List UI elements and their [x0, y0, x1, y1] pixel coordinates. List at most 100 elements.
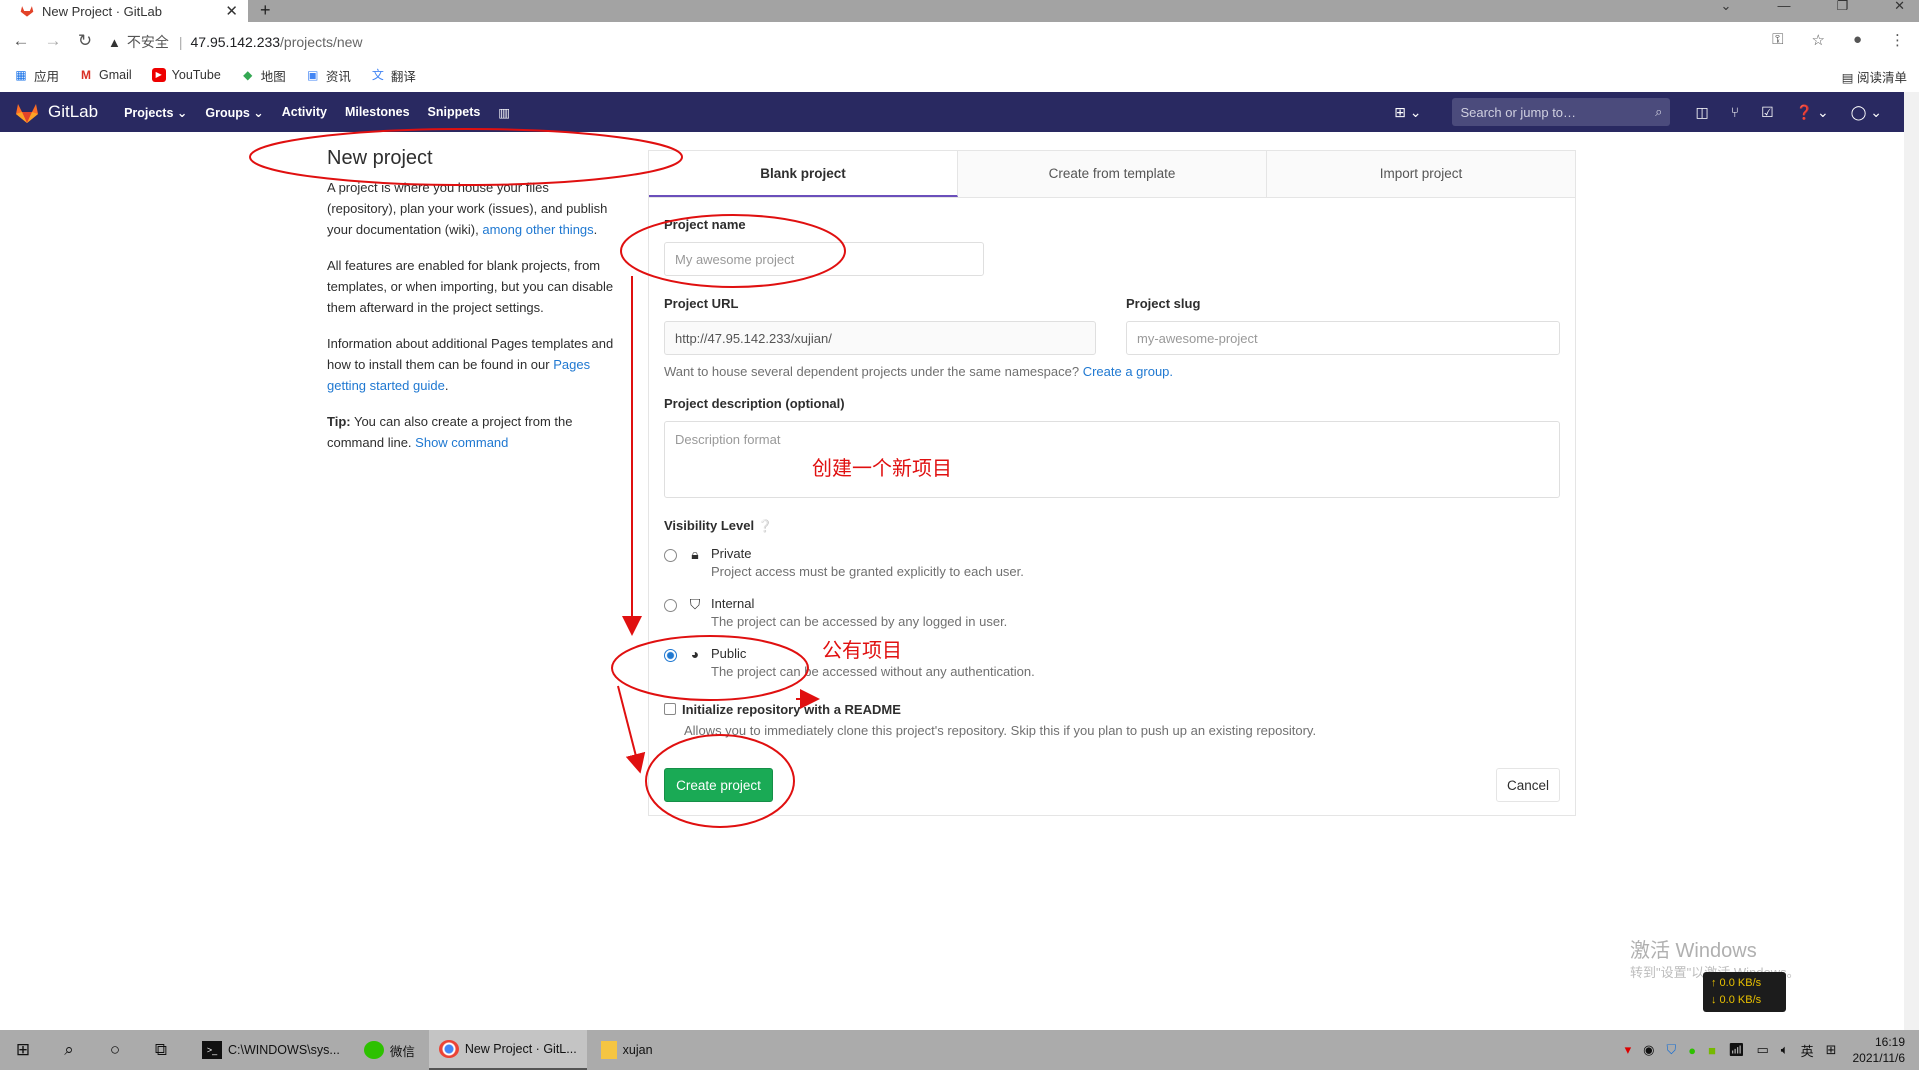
internal-radio[interactable] [664, 599, 677, 612]
search-input[interactable]: Search or jump to… ⌕ [1452, 98, 1671, 126]
description-textarea[interactable]: Description format [664, 421, 1560, 498]
tray-wechat-icon[interactable]: ● [1688, 1043, 1696, 1058]
nav-activity[interactable]: Activity [282, 105, 327, 119]
browser-tab[interactable]: New Project · GitLab ✕ [0, 0, 248, 22]
arrow-to-create [617, 685, 646, 774]
visibility-level-label: Visibility Level ❔ [664, 518, 773, 533]
back-icon[interactable]: ← [10, 31, 32, 51]
gitlab-logo[interactable]: GitLab [14, 100, 124, 124]
windows-taskbar: ⊞ ⌕ ○ ⧉ >_ C:\WINDOWS\sys... 微信 New Proj… [0, 1030, 1919, 1070]
project-slug-input[interactable]: my-awesome-project [1126, 321, 1560, 355]
tray-volume-icon[interactable]: 🔈︎ [1781, 1042, 1789, 1058]
folder-icon [600, 1041, 617, 1059]
tray-battery-icon[interactable]: ▭ [1756, 1042, 1768, 1058]
avatar[interactable]: ◯ ⌄ [1851, 104, 1882, 121]
task-view-icon[interactable]: ⧉ [138, 1040, 184, 1060]
chart-icon[interactable]: ▥ [498, 105, 510, 120]
minimize-button[interactable]: — [1777, 0, 1790, 12]
new-tab-button[interactable]: + [260, 0, 271, 20]
taskbar-search-icon[interactable]: ⌕ [46, 1040, 92, 1060]
url-input[interactable]: ▲ 不安全 | 47.95.142.233/projects/new [108, 28, 1788, 56]
new-item-icon[interactable]: ⊞ ⌄ [1394, 104, 1421, 121]
star-icon[interactable]: ☆ [1811, 31, 1824, 49]
project-url-field: http://47.95.142.233/xujian/ [664, 321, 1096, 355]
bookmark-gmail[interactable]: M Gmail [79, 68, 132, 82]
taskbar-app-cmd[interactable]: >_ C:\WINDOWS\sys... [192, 1030, 350, 1070]
tray-shield-icon[interactable]: ⛉ [1666, 1042, 1676, 1058]
tab-import-project[interactable]: Import project [1267, 151, 1575, 197]
taskbar-app-wechat[interactable]: 微信 [354, 1030, 425, 1070]
system-tray: ▾ ◉ ⛉ ● ■ 📶︎ ▭ 🔈︎ 英 ⊞ 16:19 2021/11/6 [1619, 1030, 1919, 1070]
profile-icon[interactable]: ● [1853, 31, 1862, 49]
url-separator: | [178, 34, 183, 50]
cancel-button[interactable]: Cancel [1496, 768, 1560, 802]
tip-paragraph: Tip: You can also create a project from … [327, 414, 573, 450]
browser-tab-strip: New Project · GitLab ✕ + ⌄ — ❐ ✕ [0, 0, 1919, 22]
tab-close-icon[interactable]: ✕ [225, 2, 238, 20]
cortana-icon[interactable]: ○ [92, 1040, 138, 1060]
create-group-link[interactable]: Create a group. [1083, 364, 1173, 379]
ime-grid-icon[interactable]: ⊞ [1826, 1042, 1837, 1058]
tip-label: Tip: [327, 414, 351, 429]
ime-indicator[interactable]: 英 [1801, 1041, 1814, 1060]
tray-network-icon[interactable]: 📶︎ [1728, 1042, 1745, 1058]
readme-row[interactable]: Initialize repository with a README [664, 702, 901, 717]
menu-icon[interactable]: ⋮ [1890, 31, 1905, 49]
visibility-private[interactable]: 🔒︎ Private Project access must be grante… [664, 546, 1024, 579]
page-scrollbar[interactable] [1904, 92, 1919, 1030]
taskbar-app-chrome[interactable]: New Project · GitL... [428, 1030, 587, 1070]
show-command-link[interactable]: Show command [415, 435, 508, 450]
public-radio[interactable] [664, 649, 677, 662]
bookmark-news[interactable]: ▣ 资讯 [306, 66, 351, 85]
create-project-button[interactable]: Create project [664, 768, 773, 802]
description-label: Project description (optional) [664, 396, 845, 411]
bookmark-maps[interactable]: ◆ 地图 [241, 66, 286, 85]
bookmark-apps[interactable]: ▦ 应用 [14, 66, 59, 85]
reload-icon[interactable]: ↻ [74, 31, 96, 51]
merge-requests-icon[interactable]: ⑂ [1731, 104, 1739, 120]
nav-projects[interactable]: Projects ⌄ [124, 105, 187, 120]
visibility-internal[interactable]: ⛉ Internal The project can be accessed b… [664, 596, 1007, 629]
gitlab-brand: GitLab [48, 102, 99, 121]
reading-list-icon: ▤ [1841, 71, 1857, 85]
gitlab-navbar: GitLab Projects ⌄ Groups ⌄ Activity Mile… [0, 92, 1904, 132]
project-name-input[interactable]: My awesome project [664, 242, 984, 276]
close-window-button[interactable]: ✕ [1894, 0, 1905, 12]
bookmark-translate[interactable]: 文翻译 [371, 66, 416, 85]
windows-start-icon[interactable]: ⊞ [0, 1040, 46, 1060]
issues-icon[interactable]: ◫ [1695, 104, 1708, 121]
tray-nvidia-icon[interactable]: ■ [1708, 1043, 1716, 1058]
tab-blank-project[interactable]: Blank project [649, 151, 958, 197]
bookmark-youtube[interactable]: ▶ YouTube [151, 68, 221, 82]
tab-create-from-template[interactable]: Create from template [958, 151, 1267, 197]
readme-checkbox[interactable] [664, 703, 676, 715]
description-paragraph-2: All features are enabled for blank proje… [327, 258, 614, 315]
reading-list-button[interactable]: ▤ 阅读清单 [1842, 67, 1907, 86]
shield-icon: ⛉ [689, 596, 701, 612]
new-project-description: New project A project is where you house… [327, 148, 617, 468]
nav-snippets[interactable]: Snippets [428, 105, 481, 119]
tray-app-icon[interactable]: ▾ [1625, 1042, 1632, 1058]
gmail-icon: M [81, 68, 92, 82]
terminal-icon: >_ [202, 1041, 222, 1059]
among-other-things-link[interactable]: among other things [482, 222, 593, 237]
help-icon[interactable]: ❓ ⌄ [1796, 104, 1829, 121]
network-speed-widget: ↑ 0.0 KB/s ↓ 0.0 KB/s [1703, 972, 1786, 1012]
taskbar-clock[interactable]: 16:19 2021/11/6 [1853, 1034, 1906, 1066]
restore-button[interactable]: ❐ [1836, 0, 1848, 12]
clock-time: 16:19 [1874, 1035, 1905, 1049]
url-path: /projects/new [280, 34, 363, 50]
forward-icon[interactable]: → [42, 31, 64, 51]
help-circle-icon[interactable]: ❔ [758, 519, 773, 533]
tab-search-icon[interactable]: ⌄ [1721, 0, 1732, 12]
todos-icon[interactable]: ☑ [1761, 104, 1774, 121]
tray-chrome-icon[interactable]: ◉ [1643, 1042, 1654, 1058]
browser-tab-title: New Project · GitLab [42, 3, 162, 19]
nav-milestones[interactable]: Milestones [345, 105, 410, 119]
taskbar-app-folder[interactable]: xujan [591, 1030, 663, 1070]
description-paragraph-1: A project is where you house your files … [327, 180, 608, 237]
nav-groups[interactable]: Groups ⌄ [205, 105, 263, 120]
apps-grid-icon: ▦ [15, 68, 27, 82]
private-radio[interactable] [664, 549, 677, 562]
key-icon[interactable]: ⚿ [1772, 31, 1783, 49]
